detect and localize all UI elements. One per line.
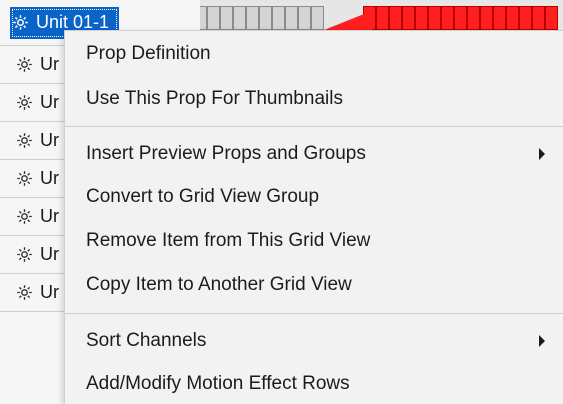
gear-icon: [17, 133, 32, 148]
effect-cell[interactable]: [506, 6, 519, 30]
gear-icon: [17, 57, 32, 72]
effect-ramp: [324, 6, 372, 30]
gear-icon: [13, 15, 28, 30]
unit-label: Ur: [40, 92, 59, 112]
menu-item-prop-definition[interactable]: Prop Definition: [65, 35, 563, 73]
effect-cell[interactable]: [428, 6, 441, 30]
unit-label: Ur: [40, 130, 59, 150]
effect-cell[interactable]: [467, 6, 480, 30]
menu-item-motion-effect-rows[interactable]: Add/Modify Motion Effect Rows: [65, 365, 563, 403]
gear-icon: [17, 95, 32, 110]
menu-item-label: Sort Channels: [86, 330, 207, 351]
menu-item-label: Insert Preview Props and Groups: [86, 143, 366, 164]
chevron-right-icon: [539, 335, 545, 347]
effect-cell[interactable]: [389, 6, 402, 30]
effect-cell[interactable]: [480, 6, 493, 30]
menu-item-use-for-thumbnails[interactable]: Use This Prop For Thumbnails: [65, 80, 563, 118]
unit-label: Ur: [40, 282, 59, 302]
effect-cell[interactable]: [441, 6, 454, 30]
menu-item-insert-preview-props[interactable]: Insert Preview Props and Groups: [65, 135, 563, 173]
effect-cell[interactable]: [376, 6, 389, 30]
menu-item-remove-item[interactable]: Remove Item from This Grid View: [65, 222, 563, 260]
menu-item-label: Copy Item to Another Grid View: [86, 274, 352, 295]
menu-item-label: Prop Definition: [86, 43, 211, 64]
menu-item-label: Use This Prop For Thumbnails: [86, 88, 343, 109]
effect-cell[interactable]: [415, 6, 428, 30]
menu-item-sort-channels[interactable]: Sort Channels: [65, 322, 563, 360]
menu-separator: [65, 126, 563, 127]
unit-label: Ur: [40, 244, 59, 264]
effect-cell[interactable]: [545, 6, 558, 30]
gear-icon: [17, 285, 32, 300]
grid-view-window: Unit 01-1 Ur Ur Ur Ur Ur Ur Ur Prop Defi…: [0, 0, 563, 404]
menu-separator: [65, 313, 563, 314]
effect-cell[interactable]: [402, 6, 415, 30]
context-menu: Prop Definition Use This Prop For Thumbn…: [64, 30, 563, 404]
unit-label: Ur: [40, 206, 59, 226]
menu-item-convert-to-group[interactable]: Convert to Grid View Group: [65, 178, 563, 216]
effect-cell[interactable]: [454, 6, 467, 30]
menu-item-label: Convert to Grid View Group: [86, 186, 320, 207]
menu-item-copy-item[interactable]: Copy Item to Another Grid View: [65, 266, 563, 304]
unit-label: Ur: [40, 54, 59, 74]
unit-label: Ur: [40, 168, 59, 188]
gear-icon: [17, 209, 32, 224]
effect-cell[interactable]: [519, 6, 532, 30]
chevron-right-icon: [539, 148, 545, 160]
menu-item-label: Add/Modify Motion Effect Rows: [86, 373, 350, 394]
gear-icon: [17, 171, 32, 186]
effect-cell[interactable]: [532, 6, 545, 30]
gear-icon: [17, 247, 32, 262]
effect-cell[interactable]: [493, 6, 506, 30]
effect-grid-strip[interactable]: [192, 0, 563, 30]
menu-item-label: Remove Item from This Grid View: [86, 230, 371, 251]
